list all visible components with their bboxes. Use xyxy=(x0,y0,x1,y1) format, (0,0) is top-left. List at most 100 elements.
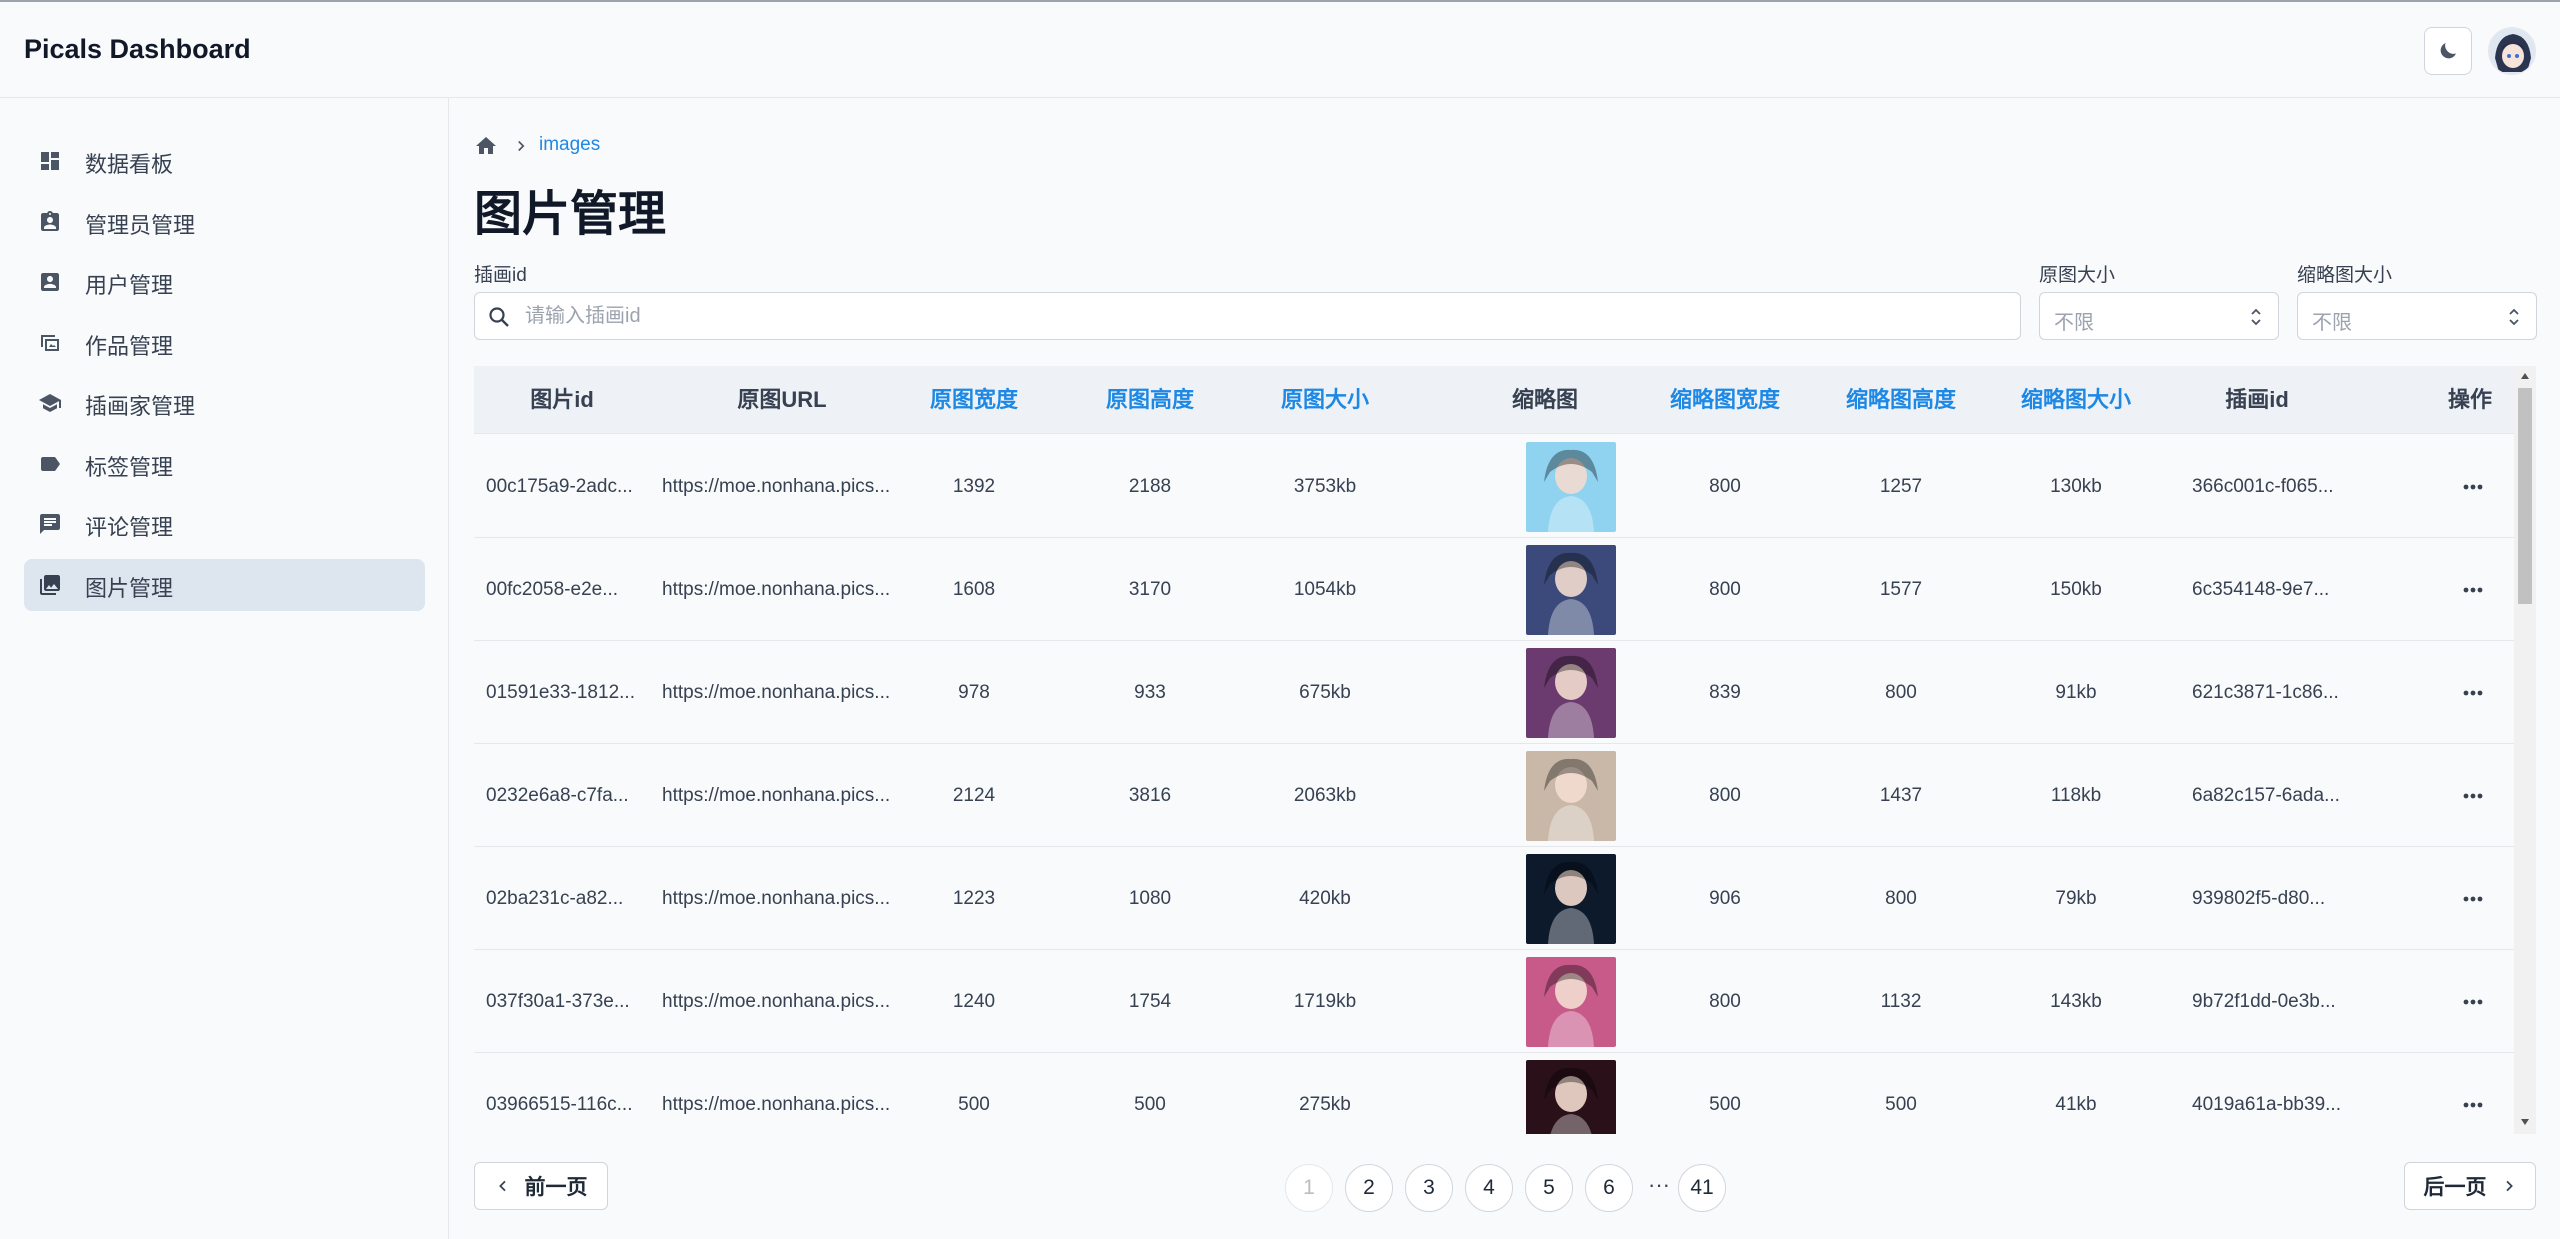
prev-page-label: 前一页 xyxy=(524,1176,588,1199)
sidebar-item-admins[interactable]: 管理员管理 xyxy=(24,196,425,248)
cell-orig-height: 1080 xyxy=(1128,888,1172,909)
page-button-5[interactable]: 5 xyxy=(1525,1164,1573,1212)
cell-orig-url[interactable]: https://moe.nonhana.pics... xyxy=(662,641,906,744)
page-button-last[interactable]: 41 xyxy=(1678,1164,1726,1212)
cell-thumb-height: 1257 xyxy=(1879,476,1923,497)
orig-size-select[interactable]: 不限 xyxy=(2039,292,2279,340)
more-horizontal-icon[interactable] xyxy=(2461,992,2485,1012)
thumbnail-image[interactable] xyxy=(1526,957,1616,1047)
column-header-thumb-width[interactable]: 缩略图宽度 xyxy=(1645,366,1805,434)
breadcrumb-current[interactable]: images xyxy=(539,134,600,156)
cell-orig-width: 978 xyxy=(958,682,990,703)
cell-thumb-width: 800 xyxy=(1709,579,1741,600)
cell-thumb-width: 800 xyxy=(1709,476,1741,497)
sidebar-item-label: 插画家管理 xyxy=(85,394,196,419)
thumbnail-image[interactable] xyxy=(1526,854,1616,944)
thumbnail-image[interactable] xyxy=(1526,1060,1616,1134)
table-row: 02ba231c-a82... https://moe.nonhana.pics.… xyxy=(474,847,2514,950)
chevron-left-icon xyxy=(498,1180,506,1192)
page-title: 图片管理 xyxy=(474,188,667,241)
home-icon[interactable] xyxy=(474,134,498,158)
cell-orig-width: 1240 xyxy=(952,991,996,1012)
thumbnail-image[interactable] xyxy=(1526,442,1616,532)
page-button-6[interactable]: 6 xyxy=(1585,1164,1633,1212)
cell-orig-width: 500 xyxy=(958,1094,990,1115)
page-button-4[interactable]: 4 xyxy=(1465,1164,1513,1212)
scroll-down-icon[interactable] xyxy=(2520,1118,2530,1126)
page-button-2[interactable]: 2 xyxy=(1345,1164,1393,1212)
cell-illust-id: 4019a61a-bb39... xyxy=(2192,1094,2341,1115)
cell-orig-url[interactable]: https://moe.nonhana.pics... xyxy=(662,744,906,847)
column-header-thumbnail: 缩略图 xyxy=(1511,387,1578,412)
orig-size-label: 原图大小 xyxy=(2039,265,2116,286)
sidebar-item-label: 标签管理 xyxy=(85,455,174,480)
cell-orig-size: 1719kb xyxy=(1293,991,1357,1012)
cell-thumb-size: 118kb xyxy=(2050,785,2102,806)
cell-orig-height: 933 xyxy=(1134,682,1166,703)
cell-orig-url[interactable]: https://moe.nonhana.pics... xyxy=(662,950,906,1053)
thumb-size-select[interactable]: 不限 xyxy=(2297,292,2537,340)
column-header-orig-width[interactable]: 原图宽度 xyxy=(914,366,1034,434)
column-header-thumb-size[interactable]: 缩略图大小 xyxy=(1996,366,2156,434)
select-arrows-icon xyxy=(2251,308,2261,326)
page-button-1[interactable]: 1 xyxy=(1285,1164,1333,1212)
cell-orig-url[interactable]: https://moe.nonhana.pics... xyxy=(662,847,906,950)
next-page-button[interactable]: 后一页 xyxy=(2404,1162,2536,1210)
label-icon xyxy=(41,457,60,471)
more-horizontal-icon[interactable] xyxy=(2461,889,2485,909)
cell-thumb-size: 41kb xyxy=(2055,1094,2097,1115)
cell-orig-size: 420kb xyxy=(1299,888,1351,909)
chevron-right-icon xyxy=(518,140,525,152)
app-title: Picals Dashboard xyxy=(24,34,251,64)
column-header-image-id: 图片id xyxy=(530,387,594,412)
cell-thumb-height: 1132 xyxy=(1880,991,1922,1012)
sidebar-item-label: 图片管理 xyxy=(85,576,174,601)
cell-thumb-height: 800 xyxy=(1885,682,1917,703)
sidebar-item-label: 管理员管理 xyxy=(85,213,196,238)
column-header-illust-id: 插画id xyxy=(2225,387,2289,412)
scroll-up-icon[interactable] xyxy=(2520,372,2530,380)
more-horizontal-icon[interactable] xyxy=(2461,580,2485,600)
more-horizontal-icon[interactable] xyxy=(2461,1095,2485,1115)
cell-orig-url[interactable]: https://moe.nonhana.pics... xyxy=(662,538,906,641)
cell-thumb-size: 150kb xyxy=(2050,579,2102,600)
sidebar-item-tags[interactable]: 标签管理 xyxy=(24,438,425,490)
thumbnail-image[interactable] xyxy=(1526,545,1616,635)
thumbnail-image[interactable] xyxy=(1526,751,1616,841)
table-row: 00fc2058-e2e... https://moe.nonhana.pics.… xyxy=(474,538,2514,641)
page-button-3[interactable]: 3 xyxy=(1405,1164,1453,1212)
cell-orig-width: 1392 xyxy=(952,476,996,497)
cell-image-id: 03966515-116c... xyxy=(486,1094,633,1115)
column-header-orig-height[interactable]: 原图高度 xyxy=(1090,366,1210,434)
user-avatar[interactable] xyxy=(2488,27,2536,75)
cell-orig-size: 3753kb xyxy=(1293,476,1357,497)
scrollbar-thumb[interactable] xyxy=(2518,388,2532,604)
prev-page-button[interactable]: 前一页 xyxy=(474,1162,608,1210)
table-scrollbar[interactable] xyxy=(2514,366,2536,1134)
more-horizontal-icon[interactable] xyxy=(2461,477,2485,497)
cell-orig-url[interactable]: https://moe.nonhana.pics... xyxy=(662,435,906,538)
cell-illust-id: 9b72f1dd-0e3b... xyxy=(2192,991,2336,1012)
sidebar-item-illustrators[interactable]: 插画家管理 xyxy=(24,377,425,429)
thumbnail-image[interactable] xyxy=(1526,648,1616,738)
sidebar-item-images[interactable]: 图片管理 xyxy=(24,559,425,611)
sidebar-item-comments[interactable]: 评论管理 xyxy=(24,498,425,550)
table-row: 00c175a9-2adc... https://moe.nonhana.pics… xyxy=(474,435,2514,538)
sidebar-item-users[interactable]: 用户管理 xyxy=(24,256,425,308)
cell-thumb-height: 800 xyxy=(1885,888,1917,909)
theme-toggle-button[interactable] xyxy=(2424,27,2472,75)
cell-image-id: 0232e6a8-c7fa... xyxy=(486,785,629,806)
cell-orig-url[interactable]: https://moe.nonhana.pics... xyxy=(662,1053,906,1134)
column-header-orig-size[interactable]: 原图大小 xyxy=(1265,366,1385,434)
school-cap-icon xyxy=(39,394,61,412)
sidebar-item-works[interactable]: 作品管理 xyxy=(24,317,425,369)
table-row: 0232e6a8-c7fa... https://moe.nonhana.pics… xyxy=(474,744,2514,847)
more-horizontal-icon[interactable] xyxy=(2461,786,2485,806)
sidebar-item-dashboard[interactable]: 数据看板 xyxy=(24,135,425,187)
illust-id-input[interactable] xyxy=(525,301,2005,331)
cell-thumb-height: 1437 xyxy=(1879,785,1923,806)
cell-thumb-height: 500 xyxy=(1885,1094,1917,1115)
column-header-thumb-height[interactable]: 缩略图高度 xyxy=(1821,366,1981,434)
user-card-icon xyxy=(41,273,59,291)
more-horizontal-icon[interactable] xyxy=(2461,683,2485,703)
